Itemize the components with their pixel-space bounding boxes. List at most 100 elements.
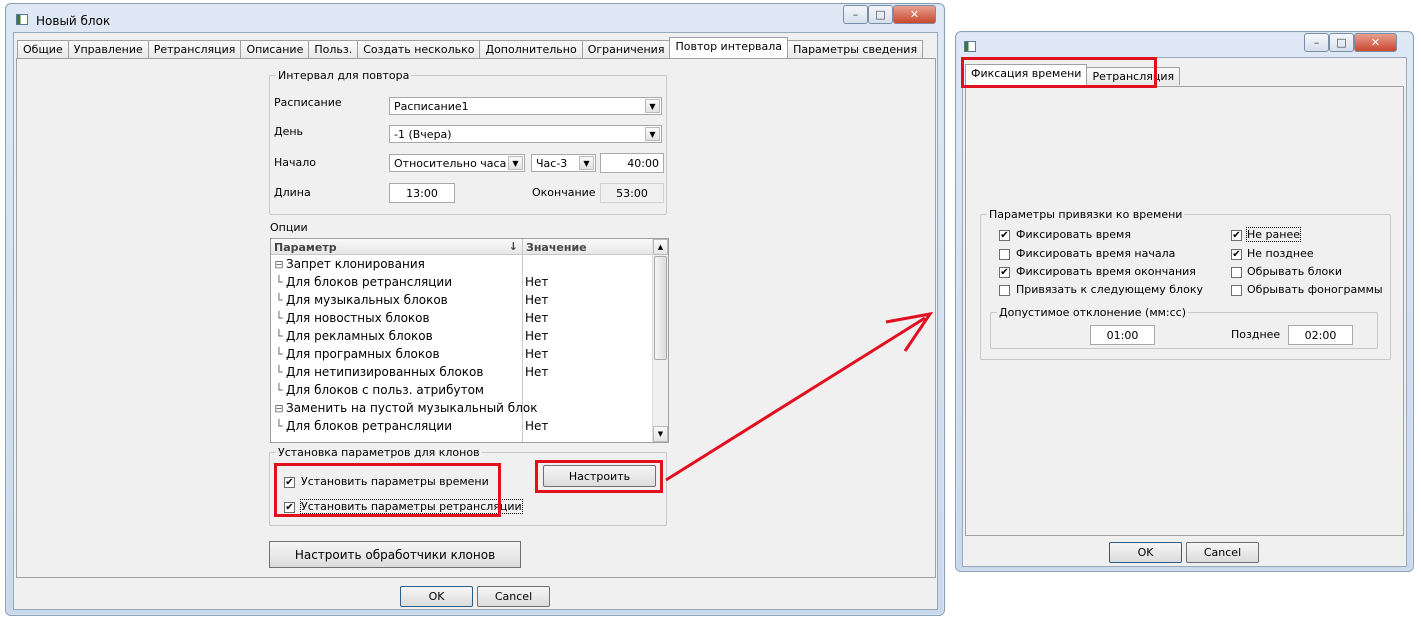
window-title: Новый блок	[36, 14, 111, 28]
option-checkbox-label[interactable]: Привязать к следующему блоку	[1016, 283, 1203, 296]
title-bar[interactable]: Новый блок – □ ✕	[6, 4, 944, 34]
option-checkbox-label[interactable]: Фиксировать время окончания	[1016, 265, 1196, 278]
option-checkbox[interactable]: ✔	[1231, 230, 1242, 241]
tree-line-icon: └	[275, 275, 283, 289]
option-checkbox[interactable]: ✔	[999, 230, 1010, 241]
tab-4[interactable]: Польз.	[308, 40, 359, 58]
clone-handlers-button[interactable]: Настроить обработчики клонов	[269, 541, 521, 568]
option-row[interactable]: └ Для рекламных блоков	[271, 329, 521, 347]
option-value[interactable]: Нет	[525, 347, 548, 365]
option-checkbox-label[interactable]: Фиксировать время	[1016, 228, 1131, 241]
tab-1[interactable]: Управление	[67, 40, 149, 58]
late-deviation-field[interactable]: 02:00	[1288, 325, 1353, 345]
option-name: Для програмных блоков	[286, 347, 440, 361]
chevron-down-icon[interactable]: ▼	[579, 156, 594, 170]
option-value[interactable]: Нет	[525, 275, 548, 293]
option-value[interactable]: Нет	[525, 311, 548, 329]
option-row[interactable]: ⊟ Заменить на пустой музыкальный блок	[271, 401, 537, 419]
ok-button[interactable]: OK	[400, 586, 473, 607]
chevron-down-icon[interactable]: ▼	[508, 156, 523, 170]
day-value: -1 (Вчера)	[394, 128, 452, 141]
new-block-window: Новый блок – □ ✕ Общие Управление Ретрансл…	[5, 3, 945, 616]
col-param-header[interactable]: Параметр ↓	[271, 239, 523, 255]
option-checkbox[interactable]	[1231, 267, 1242, 278]
scroll-thumb[interactable]	[654, 256, 667, 360]
option-value[interactable]: Нет	[525, 419, 548, 437]
tab-0[interactable]: Общие	[17, 40, 69, 58]
option-name: Для блоков ретрансляции	[286, 275, 453, 289]
option-row[interactable]: └ Для нетипизированных блоков	[271, 365, 521, 383]
option-row[interactable]: └ Для блоков ретрансляции	[271, 419, 521, 437]
option-checkbox-label[interactable]: Обрывать блоки	[1247, 265, 1342, 278]
window-client: Общие Управление Ретрансляция Описание Польз…	[13, 32, 938, 610]
options-scrollbar[interactable]: ▲ ▼	[652, 239, 668, 442]
option-row[interactable]: └ Для блоков ретрансляции	[271, 275, 521, 293]
option-checkbox[interactable]	[999, 285, 1010, 296]
option-checkbox[interactable]	[1231, 285, 1242, 296]
option-row[interactable]: └ Для музыкальных блоков	[271, 293, 521, 311]
cancel-button[interactable]: Cancel	[477, 586, 550, 607]
minimize-button[interactable]: –	[843, 5, 868, 24]
tree-line-icon: └	[275, 293, 283, 307]
options-grid[interactable]: Параметр ↓ Значение ⊟ Запрет клонирования └…	[270, 238, 669, 443]
option-checkbox-label[interactable]: Обрывать фонограммы	[1247, 283, 1383, 296]
option-checkbox-label[interactable]: Не позднее	[1247, 247, 1314, 260]
scroll-down-icon[interactable]: ▼	[653, 426, 668, 442]
tree-line-icon: └	[275, 383, 283, 397]
option-name: Для музыкальных блоков	[286, 293, 448, 307]
option-checkbox-label[interactable]: Не ранее	[1246, 227, 1301, 242]
schedule-combo[interactable]: Расписание1 ▼	[389, 97, 662, 115]
app-icon	[16, 14, 28, 25]
tab-5[interactable]: Создать несколько	[357, 40, 481, 58]
minimize-button[interactable]: –	[1304, 33, 1329, 52]
cancel-button[interactable]: Cancel	[1186, 542, 1259, 563]
option-name: Для рекламных блоков	[286, 329, 433, 343]
option-value[interactable]: Нет	[525, 293, 548, 311]
end-label: Окончание	[532, 186, 596, 199]
clone-group-title: Установка параметров для клонов	[276, 446, 482, 459]
tab-3[interactable]: Описание	[240, 40, 310, 58]
deviation-title: Допустимое отклонение (мм:сс)	[997, 306, 1189, 319]
collapse-icon[interactable]: ⊟	[272, 258, 286, 271]
option-name: Заменить на пустой музыкальный блок	[286, 401, 538, 415]
maximize-button[interactable]: □	[1329, 33, 1354, 52]
start-mode-combo[interactable]: Относительно часа ▼	[389, 154, 525, 172]
early-deviation-field[interactable]: 01:00	[1090, 325, 1155, 345]
option-checkbox[interactable]: ✔	[999, 267, 1010, 278]
day-combo[interactable]: -1 (Вчера) ▼	[389, 125, 662, 143]
maximize-button[interactable]: □	[868, 5, 893, 24]
tree-line-icon: └	[275, 329, 283, 343]
tab-7[interactable]: Ограничения	[581, 40, 671, 58]
option-checkbox[interactable]	[999, 249, 1010, 260]
scroll-up-icon[interactable]: ▲	[653, 239, 668, 255]
option-row[interactable]: └ Для блоков с польз. атрибутом	[271, 383, 521, 401]
tab-9[interactable]: Параметры сведения	[787, 40, 924, 58]
tree-line-icon: └	[275, 347, 283, 361]
option-row[interactable]: └ Для новостных блоков	[271, 311, 521, 329]
option-row[interactable]: ⊟ Запрет клонирования	[271, 257, 521, 275]
close-button[interactable]: ✕	[1354, 33, 1397, 52]
highlight-configure-button	[535, 460, 663, 493]
start-hour-combo[interactable]: Час-3 ▼	[531, 154, 596, 172]
option-name: Для блоков с польз. атрибутом	[286, 383, 484, 397]
tab-6[interactable]: Дополнительно	[479, 40, 583, 58]
start-hour-value: Час-3	[536, 157, 568, 170]
ok-button[interactable]: OK	[1109, 542, 1182, 563]
close-button[interactable]: ✕	[893, 5, 936, 24]
option-value[interactable]: Нет	[525, 329, 548, 347]
tab-0[interactable]: Фиксация времени	[965, 64, 1088, 85]
chevron-down-icon[interactable]: ▼	[645, 127, 660, 141]
option-checkbox-label[interactable]: Фиксировать время начала	[1016, 247, 1175, 260]
option-checkbox[interactable]: ✔	[1231, 249, 1242, 260]
col-value-header[interactable]: Значение	[523, 239, 653, 255]
length-field[interactable]: 13:00	[389, 183, 455, 203]
day-label: День	[274, 125, 304, 138]
tab-8[interactable]: Повтор интервала	[669, 37, 789, 58]
option-name: Для блоков ретрансляции	[286, 419, 453, 433]
option-row[interactable]: └ Для програмных блоков	[271, 347, 521, 365]
tab-2[interactable]: Ретрансляция	[147, 40, 242, 58]
option-value[interactable]: Нет	[525, 365, 548, 383]
collapse-icon[interactable]: ⊟	[272, 402, 286, 415]
start-time-field[interactable]: 40:00	[600, 153, 664, 173]
chevron-down-icon[interactable]: ▼	[645, 99, 660, 113]
